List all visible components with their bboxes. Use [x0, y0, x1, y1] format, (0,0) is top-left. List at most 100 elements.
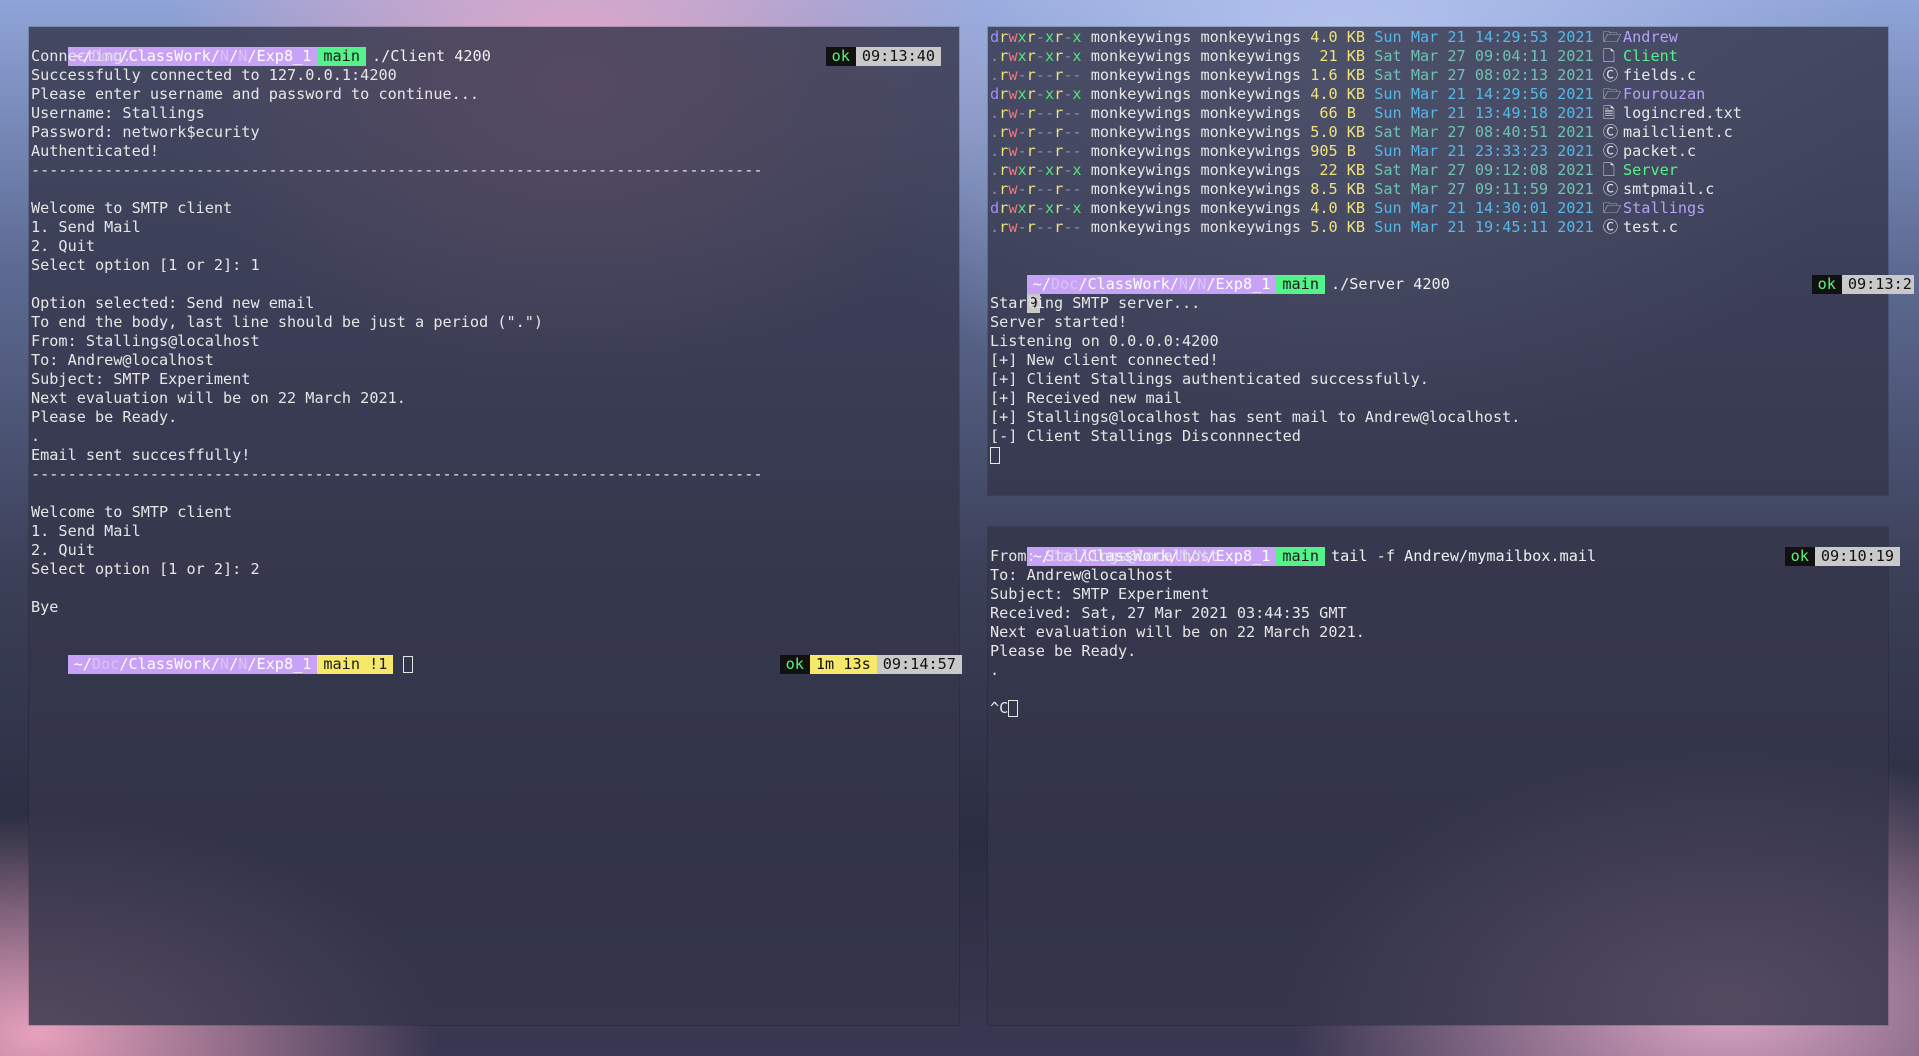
mailbox-terminal-pane[interactable]: ~/Doc/ClassWork/N/N/Exp8_1 main tail -f An… — [988, 527, 1901, 1025]
ls-row: drwxr-xr-x monkeywings monkeywings 4.0 K… — [990, 28, 1678, 47]
permission-char: r — [999, 142, 1009, 160]
server-prompt-status: ok 09:13:2 — [1775, 256, 1914, 294]
file-size: 1.6 KB — [1310, 66, 1366, 84]
file-name: Andrew — [1623, 28, 1678, 46]
file-permissions: .rwxr-xr-x — [990, 47, 1082, 65]
file-icon: 🗋 — [1602, 47, 1616, 65]
file-name: fields.c — [1623, 66, 1697, 84]
file-date: Sat Mar 27 08:02:13 2021 — [1374, 66, 1594, 84]
text-cursor — [990, 447, 1000, 464]
permission-char: - — [1072, 142, 1082, 160]
client-output-line: Please enter username and password to co… — [31, 85, 480, 103]
permission-char: d — [990, 85, 1000, 103]
file-group: monkeywings — [1200, 66, 1302, 84]
permission-char: - — [1035, 28, 1045, 46]
permission-char: r — [999, 28, 1009, 46]
prompt-time: 09:10:19 — [1814, 547, 1901, 566]
permission-char: . — [990, 66, 1000, 84]
file-owner: monkeywings — [1090, 180, 1192, 198]
client-prompt: ~/Doc/ClassWork/N/N/Exp8_1 main ./Client 4… — [31, 28, 491, 66]
permission-char: r — [999, 47, 1009, 65]
permission-char: r — [999, 85, 1009, 103]
server-prompt: ~/Doc/ClassWork/N/N/Exp8_1 main ./Server 4… — [990, 256, 1450, 294]
file-permissions: drwxr-xr-x — [990, 85, 1082, 103]
c-icon: Ⓒ — [1602, 142, 1619, 160]
permission-char: . — [990, 123, 1000, 141]
permission-char: - — [1072, 180, 1082, 198]
client-output-line: Option selected: Send new email — [31, 294, 315, 312]
file-permissions: .rw-r--r-- — [990, 104, 1082, 122]
permission-char: r — [999, 104, 1009, 122]
permission-char: r — [1054, 218, 1064, 236]
mailbox-output-line: To: Andrew@localhost — [990, 566, 1173, 584]
permission-char: - — [1044, 104, 1055, 122]
permission-char: - — [1035, 142, 1045, 160]
file-date: Sat Mar 27 08:40:51 2021 — [1374, 123, 1594, 141]
file-size: 22 KB — [1310, 161, 1366, 179]
file-group: monkeywings — [1200, 123, 1302, 141]
exit-status-ok: ok — [1784, 547, 1815, 566]
file-name: logincred.txt — [1623, 104, 1742, 122]
permission-char: r — [1054, 180, 1064, 198]
permission-char: r — [999, 180, 1009, 198]
file-size: 8.5 KB — [1310, 180, 1366, 198]
permission-char: - — [1035, 104, 1045, 122]
permission-char: - — [1017, 123, 1027, 141]
file-owner: monkeywings — [1090, 218, 1192, 236]
client-output-line: Authenticated! — [31, 142, 160, 160]
server-time-wrap: 9 — [1026, 294, 1040, 313]
permission-char: x — [1072, 161, 1082, 179]
file-date: Sun Mar 21 14:29:56 2021 — [1374, 85, 1594, 103]
permission-char: r — [1026, 161, 1036, 179]
client-prompt-2: ~/Doc/ClassWork/N/N/Exp8_1 main !1 — [31, 636, 414, 674]
client-output-line: 2. Quit — [31, 237, 96, 255]
permission-char: r — [1026, 104, 1036, 122]
ls-row: .rw-r--r-- monkeywings monkeywings 5.0 K… — [990, 123, 1733, 142]
file-date: Sun Mar 21 14:30:01 2021 — [1374, 199, 1594, 217]
client-output-line: To end the body, last line should be jus… — [31, 313, 544, 331]
permission-char: - — [1017, 218, 1027, 236]
server-output-line: [-] Client Stallings Disconnnected — [990, 427, 1301, 445]
permission-char: x — [1017, 47, 1027, 65]
prompt-git-branch: main — [1276, 547, 1325, 566]
client-output-line: 1. Send Mail — [31, 522, 141, 540]
prompt-command: ./Client 4200 — [371, 47, 491, 65]
permission-char: . — [990, 180, 1000, 198]
permission-char: d — [990, 28, 1000, 46]
mailbox-output-line: . — [990, 661, 1000, 679]
permission-char: r — [1026, 123, 1036, 141]
c-icon: Ⓒ — [1602, 218, 1619, 236]
server-output-line: [+] New client connected! — [990, 351, 1219, 369]
file-date: Sat Mar 27 09:11:59 2021 — [1374, 180, 1594, 198]
permission-char: x — [1017, 199, 1027, 217]
client-output-line: . — [31, 427, 41, 445]
permission-char: r — [999, 123, 1009, 141]
permission-char: r — [1026, 180, 1036, 198]
c-icon: Ⓒ — [1602, 66, 1619, 84]
client-output-line: Welcome to SMTP client — [31, 199, 233, 217]
permission-char: x — [1072, 199, 1082, 217]
file-owner: monkeywings — [1090, 28, 1192, 46]
file-owner: monkeywings — [1090, 123, 1192, 141]
client-output-line: 1. Send Mail — [31, 218, 141, 236]
prompt-time: 09:14:57 — [876, 655, 962, 674]
client-terminal-pane[interactable]: ~/Doc/ClassWork/N/N/Exp8_1 main ./Client 4… — [29, 27, 962, 1025]
command-duration: 1m 13s — [809, 655, 877, 674]
server-terminal-pane[interactable]: drwxr-xr-x monkeywings monkeywings 4.0 K… — [988, 27, 1914, 495]
permission-char: r — [1054, 47, 1064, 65]
permission-char: - — [1035, 123, 1045, 141]
file-group: monkeywings — [1200, 28, 1302, 46]
file-permissions: drwxr-xr-x — [990, 28, 1082, 46]
permission-char: - — [1072, 218, 1082, 236]
file-group: monkeywings — [1200, 85, 1302, 103]
file-name: Server — [1623, 161, 1678, 179]
file-size: 5.0 KB — [1310, 123, 1366, 141]
server-output-line: Server started! — [990, 313, 1128, 331]
server-output-line: [+] Client Stallings authenticated succe… — [990, 370, 1429, 388]
permission-char: x — [1072, 85, 1082, 103]
permission-char: r — [1054, 142, 1064, 160]
client-output-line: Connecting... — [31, 47, 150, 65]
file-size: 4.0 KB — [1310, 28, 1366, 46]
prompt-path: ~/Doc/ClassWork/N/N/Exp8_1 — [1026, 275, 1277, 294]
file-date: Sat Mar 27 09:04:11 2021 — [1374, 47, 1594, 65]
